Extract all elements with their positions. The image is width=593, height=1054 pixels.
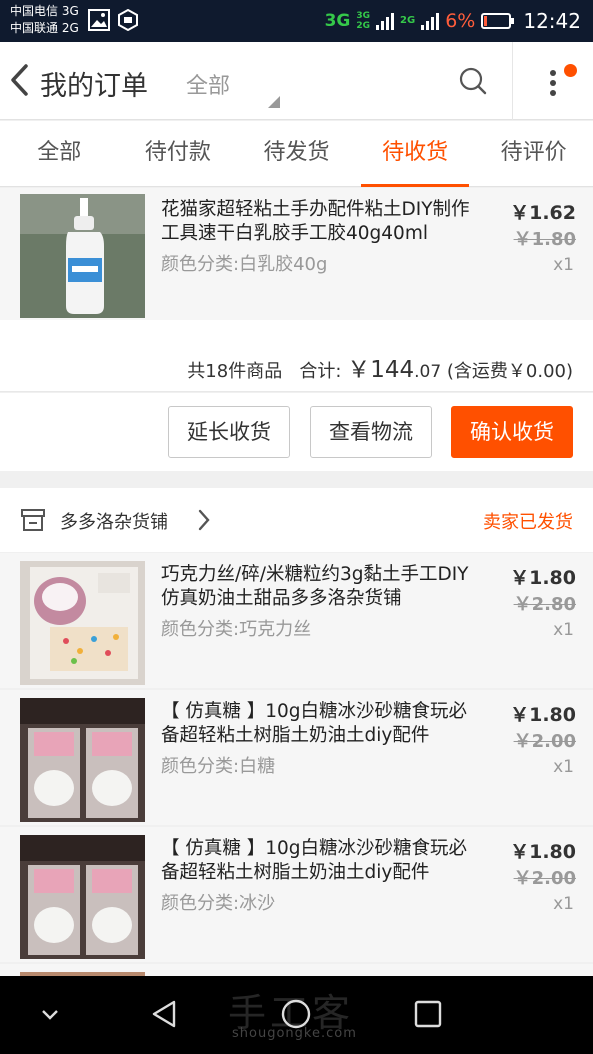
product-image-ice[interactable] [20, 835, 145, 959]
more-menu-button[interactable] [544, 62, 584, 102]
network-mini-label: 3G 2G [356, 11, 371, 31]
order-actions: 延长收货 查看物流 确认收货 [0, 393, 593, 471]
nav-recents-icon[interactable] [408, 994, 448, 1034]
tab-pending-payment[interactable]: 待付款 [119, 121, 238, 186]
carrier-info: 中国电信 3G 中国联通 2G [10, 3, 79, 37]
store-icon [21, 509, 45, 531]
total-amount-int: 144 [370, 357, 415, 383]
view-logistics-button[interactable]: 查看物流 [310, 406, 432, 458]
nav-back-icon[interactable] [146, 994, 186, 1034]
total-currency: ￥ [347, 357, 371, 383]
shield-notification-icon [118, 9, 138, 31]
product-image-sugar[interactable] [20, 698, 145, 822]
item-count: 共18件商品 [187, 361, 283, 382]
product-price: ￥1.62 [510, 202, 576, 224]
chevron-down-icon[interactable] [30, 994, 70, 1034]
product-price: ￥1.80 [510, 567, 576, 589]
nav-home-icon[interactable] [276, 994, 316, 1034]
signal-icon [376, 12, 395, 30]
product-price: ￥1.80 [510, 841, 576, 863]
product-original-price: ￥2.00 [513, 868, 576, 889]
product-original-price: ￥2.80 [513, 594, 576, 615]
order-filter-dropdown[interactable]: 全部 [186, 68, 230, 100]
shipping-fee: (含运费￥0.00) [446, 361, 573, 382]
order-item-row[interactable]: 【 仿真糖 】10g白糖冰沙砂糖食玩必备超轻粘土树脂土奶油土diy配件 颜色分类… [0, 827, 593, 962]
image-notification-icon [88, 9, 110, 31]
app-header: 我的订单 全部 [0, 42, 593, 120]
product-quantity: x1 [553, 757, 574, 777]
tab-pending-receipt[interactable]: 待收货 [356, 121, 475, 187]
battery-icon [481, 13, 515, 29]
back-arrow-icon[interactable] [8, 62, 32, 98]
order-item-row[interactable]: 【 仿真糖 】10g白糖冰沙砂糖食玩必备超轻粘土树脂土奶油土diy配件 颜色分类… [0, 690, 593, 825]
status-bar: 中国电信 3G 中国联通 2G 3G 3G 2G 2G 6% 12:42 [0, 0, 593, 42]
shop-name[interactable]: 多多洛杂货铺 [60, 508, 168, 534]
status-icons: 3G 3G 2G 2G 6% 12:42 [325, 6, 581, 36]
shop-header[interactable]: 多多洛杂货铺 卖家已发货 [0, 488, 593, 552]
product-spec: 颜色分类:白糖 [161, 756, 276, 777]
product-image-chocolate[interactable] [20, 561, 145, 685]
product-spec: 颜色分类:巧克力丝 [161, 619, 312, 640]
search-icon[interactable] [458, 66, 488, 96]
order-item-row-partial [0, 964, 593, 976]
confirm-receipt-button[interactable]: 确认收货 [451, 406, 573, 458]
product-spec: 颜色分类:冰沙 [161, 893, 276, 914]
extend-receipt-button[interactable]: 延长收货 [168, 406, 290, 458]
product-quantity: x1 [553, 620, 574, 640]
network-2g-label: 2G [400, 15, 416, 26]
order-total: 共18件商品 合计: ￥144.07 (含运费￥0.00) [187, 350, 573, 384]
notification-dot-icon [564, 64, 577, 77]
dropdown-corner-icon [268, 96, 280, 108]
tab-pending-review[interactable]: 待评价 [474, 121, 593, 186]
order-item-row[interactable]: 巧克力丝/碎/米糖粒约3g黏土手工DIY仿真奶油土甜品多多洛杂货铺 颜色分类:巧… [0, 553, 593, 688]
total-label: 合计: [299, 361, 342, 382]
product-name[interactable]: 【 仿真糖 】10g白糖冰沙砂糖食玩必备超轻粘土树脂土奶油土diy配件 [161, 837, 481, 885]
tab-pending-shipment[interactable]: 待发货 [237, 121, 356, 186]
order-item-row[interactable]: 花猫家超轻粘土手办配件粘土DIY制作工具速干白乳胶手工胶40g40ml 颜色分类… [0, 188, 593, 323]
page-title: 我的订单 [40, 71, 148, 102]
system-navigation-bar: 手工客 shougongke.com [0, 976, 593, 1054]
product-original-price: ￥2.00 [513, 731, 576, 752]
product-spec: 颜色分类:白乳胶40g [161, 254, 328, 275]
network-3g-label: 3G [324, 11, 351, 31]
product-name[interactable]: 【 仿真糖 】10g白糖冰沙砂糖食玩必备超轻粘土树脂土奶油土diy配件 [161, 700, 481, 748]
header-divider [512, 42, 513, 120]
product-quantity: x1 [553, 894, 574, 914]
total-amount-dec: .07 [414, 362, 442, 382]
product-image-glue[interactable] [20, 194, 145, 318]
order-status: 卖家已发货 [483, 512, 573, 533]
product-name[interactable]: 巧克力丝/碎/米糖粒约3g黏土手工DIY仿真奶油土甜品多多洛杂货铺 [161, 563, 481, 611]
product-quantity: x1 [553, 255, 574, 275]
product-name[interactable]: 花猫家超轻粘土手办配件粘土DIY制作工具速干白乳胶手工胶40g40ml [161, 198, 481, 246]
carrier-2: 中国联通 2G [10, 21, 79, 35]
carrier-1: 中国电信 3G [10, 4, 79, 18]
product-price: ￥1.80 [510, 704, 576, 726]
clock: 12:42 [523, 9, 581, 33]
battery-percent: 6% [445, 10, 476, 32]
signal-2-icon [421, 12, 440, 30]
product-original-price: ￥1.80 [513, 229, 576, 250]
chevron-right-icon [198, 509, 210, 531]
order-summary: 共18件商品 合计: ￥144.07 (含运费￥0.00) [0, 320, 593, 392]
tab-all[interactable]: 全部 [0, 121, 119, 186]
order-status-tabs: 全部 待付款 待发货 待收货 待评价 [0, 121, 593, 187]
